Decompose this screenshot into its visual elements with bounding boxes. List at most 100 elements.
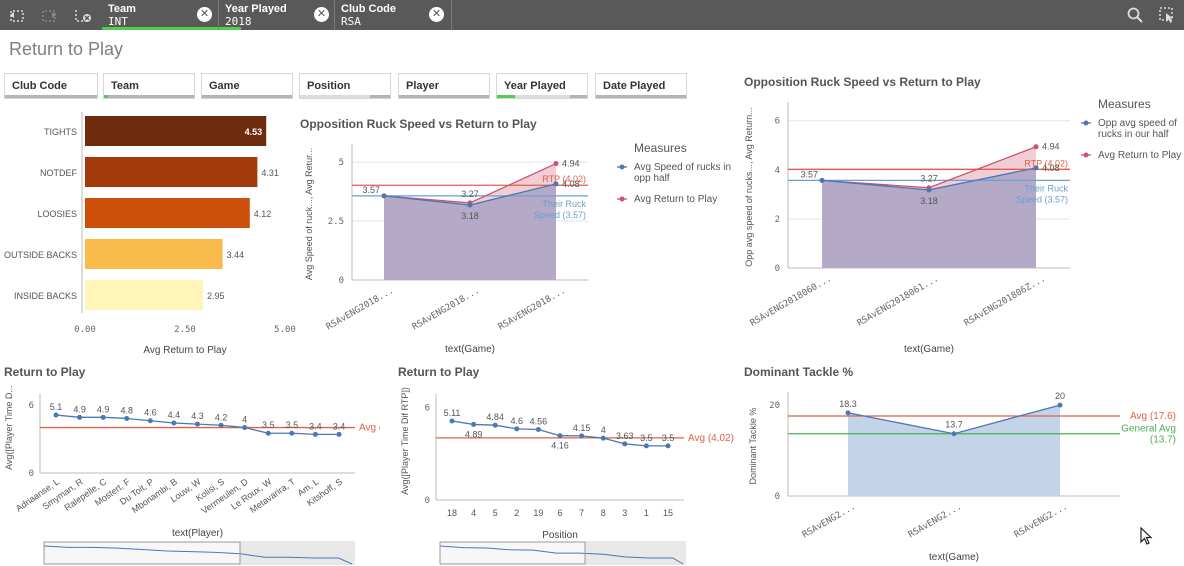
x-tick-label: RSAvENG2018... — [325, 286, 396, 333]
data-label: 4.94 — [562, 159, 580, 169]
legend-label: rucks in our half — [1098, 129, 1169, 140]
selection-chip-title: Year Played — [225, 3, 287, 15]
data-label: 4.16 — [551, 441, 569, 451]
x-axis-title: Position — [542, 530, 578, 541]
reference-label-avg: Avg (17.6) — [1130, 411, 1176, 422]
bar — [85, 157, 258, 187]
data-point — [553, 181, 559, 187]
data-label: 3.57 — [800, 169, 818, 179]
data-label: 3.5 — [286, 420, 299, 430]
selection-chip-title: Team — [108, 3, 136, 15]
bar-value-label: 4.53 — [245, 127, 263, 137]
page-title: Return to Play — [9, 39, 124, 59]
close-icon[interactable]: ✕ — [197, 7, 212, 22]
x-tick-label: 1 — [644, 508, 649, 518]
data-point — [643, 443, 649, 449]
x-tick-label: 0.00 — [74, 325, 96, 335]
reference-label-their-ruck: Their Ruck — [542, 199, 586, 209]
data-label: 4.8 — [120, 405, 133, 415]
bar-chart-return-to-play-by-group: TIGHTS 4.53 NOTDEF 4.31 LOOSIES 4.12 OUTSIDE B… — [4, 112, 296, 356]
scrollbar-unselected — [585, 542, 685, 564]
data-label: 3.18 — [461, 211, 479, 221]
step-back-icon[interactable] — [8, 6, 26, 24]
data-label: 4.15 — [573, 423, 591, 433]
data-point — [312, 431, 318, 437]
selection-tool-icon[interactable] — [1158, 6, 1176, 24]
data-label: 4.9 — [97, 404, 110, 414]
x-tick-label: 7 — [579, 508, 584, 518]
data-point — [336, 431, 342, 437]
reference-label-general-avg: (13.7) — [1150, 435, 1176, 446]
data-point — [242, 425, 248, 431]
x-tick-label: 4 — [471, 508, 476, 518]
data-label: 3.57 — [362, 185, 380, 195]
data-point — [514, 426, 520, 432]
legend-label: Avg Speed of rucks in — [634, 162, 731, 173]
data-point — [171, 420, 177, 426]
close-icon[interactable]: ✕ — [314, 7, 329, 22]
y-axis-title: Avg([Player Time D... — [4, 385, 14, 470]
data-label: 4.84 — [486, 412, 504, 422]
data-label: 4.08 — [1042, 163, 1060, 173]
step-forward-icon[interactable] — [40, 6, 58, 24]
filter-label: Game — [209, 80, 240, 92]
x-tick-label: RSAvENG2018... — [497, 286, 568, 333]
x-tick-label: RSAvENG2... — [907, 502, 964, 540]
filter-label: Team — [111, 80, 139, 92]
data-point — [218, 422, 224, 428]
y-tick-label: 2.5 — [328, 217, 344, 227]
y-tick-label: 5 — [339, 158, 344, 168]
x-axis-title: text(Player) — [172, 528, 223, 539]
data-point — [926, 187, 932, 193]
y-tick-label: 6 — [425, 403, 430, 413]
y-tick-label: 20 — [769, 401, 780, 411]
selection-chip-year-played[interactable]: Year Played 2018 ✕ — [219, 0, 335, 30]
bar-value-label: 4.31 — [261, 168, 279, 178]
data-label: 4.9 — [73, 404, 86, 414]
data-point — [471, 421, 477, 427]
data-label: 3.27 — [920, 174, 938, 184]
selection-chip-team[interactable]: Team INT ✕ — [102, 0, 219, 30]
filter-team[interactable]: Team — [103, 73, 195, 99]
data-point — [553, 161, 559, 167]
filter-position[interactable]: Position — [299, 73, 391, 99]
chart-title-ruck-speed-2: Opposition Ruck Speed vs Return to Play — [744, 75, 981, 89]
filter-player[interactable]: Player — [398, 73, 490, 99]
data-label: 4 — [601, 425, 606, 435]
filter-state-bar — [497, 95, 587, 98]
y-tick-label: 0 — [775, 264, 780, 274]
y-axis-title: Avg([Player Time Dif RTP]) — [400, 387, 410, 495]
filter-date-played[interactable]: Date Played — [595, 73, 687, 99]
data-label: 3.5 — [640, 433, 653, 443]
data-label: 3.5 — [262, 420, 275, 430]
data-label: 3.27 — [461, 189, 479, 199]
legend-label: Avg Return to Play — [1098, 150, 1181, 161]
selection-chip-club-code[interactable]: Club Code RSA ✕ — [335, 0, 452, 30]
filter-year-played[interactable]: Year Played — [496, 73, 588, 99]
x-tick-label: 19 — [533, 508, 543, 518]
data-label: 4.08 — [562, 179, 580, 189]
bar-value-label: 3.44 — [227, 250, 245, 260]
y-tick-label: 2 — [775, 215, 780, 225]
data-label: 3.4 — [333, 421, 346, 431]
clear-selections-icon[interactable] — [74, 6, 92, 24]
data-point — [381, 193, 387, 199]
y-tick-label: 0 — [339, 276, 344, 286]
data-label: 5.1 — [50, 402, 63, 412]
x-tick-label: RSAvENG2... — [801, 502, 858, 540]
data-point — [1057, 402, 1063, 408]
filter-game[interactable]: Game — [201, 73, 293, 99]
close-icon[interactable]: ✕ — [429, 7, 444, 22]
data-label: 4.56 — [530, 417, 548, 427]
chart-title-return-to-play-position: Return to Play — [398, 365, 480, 379]
filter-state-bar — [596, 95, 686, 98]
legend-title: Measures — [634, 141, 687, 155]
data-point — [1033, 165, 1039, 171]
search-icon[interactable] — [1126, 6, 1144, 24]
data-label: 4.6 — [144, 408, 157, 418]
filter-label: Position — [307, 80, 351, 92]
filter-state-bar — [300, 95, 390, 98]
filter-club-code[interactable]: Club Code — [4, 73, 98, 99]
data-label: 4.4 — [168, 410, 181, 420]
x-tick-label: 5.00 — [274, 325, 296, 335]
